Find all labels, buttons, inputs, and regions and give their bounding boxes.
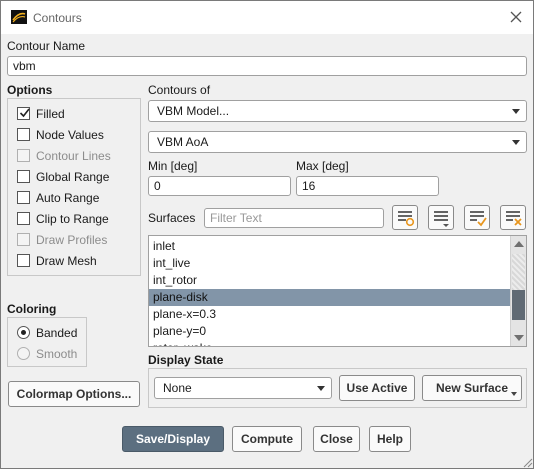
contours-of-category-dropdown[interactable]: VBM Model... <box>148 100 527 122</box>
chevron-down-icon <box>317 386 325 391</box>
options-group: Filled Node Values Contour Lines Global … <box>7 98 141 276</box>
contours-of-variable-dropdown[interactable]: VBM AoA <box>148 131 527 153</box>
max-label: Max [deg] <box>296 159 349 173</box>
checkbox-box <box>17 212 30 225</box>
filled-label: Filled <box>36 107 65 121</box>
surfaces-list[interactable]: inlet int_live int_rotor plane-disk plan… <box>148 235 527 347</box>
checkmark-icon <box>19 108 30 118</box>
contours-of-label: Contours of <box>148 83 211 97</box>
contours-dialog: Contours Contour Name vbm Options Filled… <box>0 0 534 469</box>
chevron-down-icon <box>511 392 517 396</box>
draw-mesh-label: Draw Mesh <box>36 254 97 268</box>
global-range-label: Global Range <box>36 170 110 184</box>
display-state-dropdown[interactable]: None <box>154 377 332 399</box>
help-button[interactable]: Help <box>369 426 411 452</box>
new-surface-button[interactable]: New Surface <box>422 375 522 401</box>
list-item[interactable]: plane-y=0 <box>149 323 511 340</box>
checkbox-box <box>17 170 30 183</box>
list-item[interactable]: int_live <box>149 255 511 272</box>
surfaces-scrollbar[interactable] <box>510 236 526 346</box>
list-item[interactable]: rotor_wake <box>149 340 511 346</box>
filter-placeholder: Filter Text <box>210 211 262 225</box>
clip-to-range-label: Clip to Range <box>36 212 109 226</box>
draw-profiles-label: Draw Profiles <box>36 233 108 247</box>
banded-label: Banded <box>36 326 78 340</box>
surfaces-filter-input[interactable]: Filter Text <box>204 208 384 228</box>
chevron-down-icon <box>512 140 520 145</box>
radio-button <box>17 326 30 339</box>
list-menu-icon <box>434 211 449 227</box>
close-button[interactable]: Close <box>313 426 360 452</box>
list-item[interactable]: plane-x=0.3 <box>149 306 511 323</box>
max-input[interactable]: 16 <box>296 176 439 196</box>
use-active-button[interactable]: Use Active <box>339 375 415 401</box>
scroll-track <box>512 254 525 290</box>
save-display-button[interactable]: Save/Display <box>122 426 224 452</box>
coloring-label: Coloring <box>7 302 57 316</box>
list-item-selected[interactable]: plane-disk <box>149 289 511 306</box>
variable-value: VBM AoA <box>157 135 209 149</box>
list-check-icon <box>470 211 487 227</box>
checkbox-box <box>17 254 30 267</box>
close-icon[interactable] <box>508 9 524 25</box>
display-state-value: None <box>163 381 192 395</box>
scroll-up-icon[interactable] <box>514 241 524 247</box>
node-values-label: Node Values <box>36 128 104 142</box>
title-bar: Contours <box>1 1 533 34</box>
contour-name-input[interactable]: vbm <box>7 56 527 76</box>
colormap-options-button[interactable]: Colormap Options... <box>8 381 140 407</box>
deselect-all-button[interactable] <box>500 205 526 230</box>
min-label: Min [deg] <box>148 159 198 173</box>
auto-range-label: Auto Range <box>36 191 100 205</box>
smooth-label: Smooth <box>36 347 78 361</box>
app-logo-icon <box>11 10 27 24</box>
display-state-group: None Use Active New Surface <box>148 368 527 408</box>
coloring-group: Banded Smooth <box>7 317 87 367</box>
surfaces-label: Surfaces <box>148 211 196 225</box>
options-label: Options <box>7 83 53 97</box>
window-title: Contours <box>33 11 82 25</box>
radio-button <box>17 347 30 360</box>
checkbox-box <box>17 191 30 204</box>
list-item[interactable]: inlet <box>149 238 511 255</box>
new-surface-label: New Surface <box>435 381 509 395</box>
resize-grip-icon[interactable] <box>521 456 533 468</box>
chevron-down-icon <box>512 109 520 114</box>
checkbox-box <box>17 128 30 141</box>
category-value: VBM Model... <box>157 104 230 118</box>
scroll-thumb[interactable] <box>512 290 525 320</box>
contour-name-label: Contour Name <box>7 39 86 53</box>
checkbox-box <box>17 107 30 120</box>
list-options-button[interactable] <box>428 205 454 230</box>
list-item[interactable]: int_rotor <box>149 272 511 289</box>
select-all-button[interactable] <box>392 205 418 230</box>
checkbox-box <box>17 149 30 162</box>
select-surfaces-icon <box>398 211 415 227</box>
select-checked-button[interactable] <box>464 205 490 230</box>
display-state-label: Display State <box>148 353 224 367</box>
contour-lines-label: Contour Lines <box>36 149 111 163</box>
compute-button[interactable]: Compute <box>232 426 302 452</box>
scroll-down-icon[interactable] <box>514 335 524 341</box>
list-clear-icon <box>506 211 522 226</box>
checkbox-box <box>17 233 30 246</box>
min-input[interactable]: 0 <box>148 176 291 196</box>
